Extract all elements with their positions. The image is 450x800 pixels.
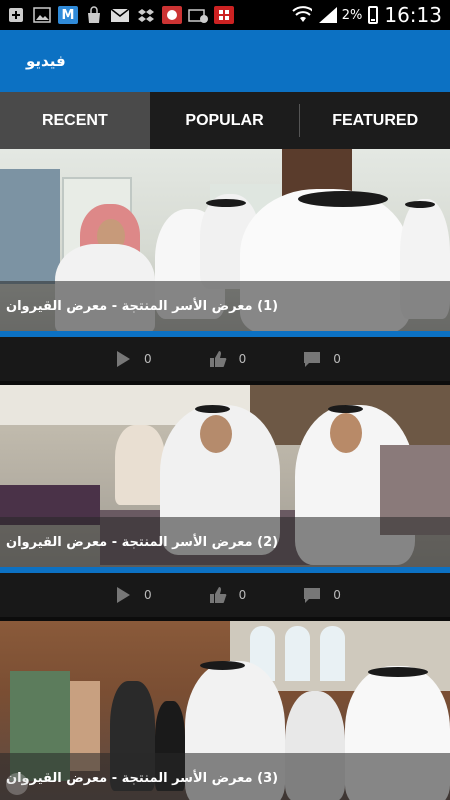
tab-label: FEATURED [332,111,419,129]
play-icon [117,351,130,367]
video-thumbnail[interactable]: (2) معرض الأسر المنتجة - معرض القيروان [0,385,450,567]
status-bar: M 2% 16:13 [0,0,450,30]
dropbox-icon [136,6,156,24]
like-count-value: 0 [238,588,247,602]
comment-count[interactable]: 0 [303,350,341,368]
wifi-icon [292,6,312,24]
signal-icon [318,6,337,24]
like-count-value: 0 [238,352,247,366]
like-count[interactable]: 0 [209,586,247,604]
add-box-icon [6,6,26,24]
battery-icon [368,6,379,24]
comment-count-value: 0 [333,352,341,366]
play-count[interactable]: 0 [114,586,152,604]
tab-label: POPULAR [185,111,264,129]
comment-count-value: 0 [333,588,341,602]
tab-bar: RECENT POPULAR FEATURED [0,92,450,149]
battery-percent: 2% [341,7,363,23]
video-caption: (2) معرض الأسر المنتجة - معرض القيروان [0,517,450,567]
video-thumbnail[interactable]: (1) معرض الأسر المنتجة - معرض القيروان [0,149,450,331]
video-thumbnail[interactable]: (3) معرض الأسر المنتجة - معرض القيروان [0,621,450,800]
mail-blocked-icon [188,6,208,24]
comment-count[interactable]: 0 [303,586,341,604]
app-bar: فيديو [0,30,450,92]
play-count[interactable]: 0 [114,350,152,368]
video-stats: 0 0 0 [0,573,450,617]
video-title: (1) معرض الأسر المنتجة - معرض القيروان [6,298,279,314]
app-icon [162,6,182,24]
gmail-icon [110,6,130,24]
equalizer-icon [6,773,28,795]
thumbs-up-icon [209,587,227,603]
video-title: (2) معرض الأسر المنتجة - معرض القيروان [6,534,279,550]
video-title: (3) معرض الأسر المنتجة - معرض القيروان [6,770,279,786]
comment-icon [304,352,321,367]
play-count-value: 0 [144,352,152,366]
comment-icon [304,588,321,603]
app-badge-icon [214,6,234,24]
clock: 16:13 [384,3,442,27]
image-icon [32,6,52,24]
tab-label: RECENT [41,111,108,129]
tab-featured[interactable]: FEATURED [300,92,450,149]
video-caption: (3) معرض الأسر المنتجة - معرض القيروان [0,753,450,800]
play-icon [117,587,130,603]
tab-popular[interactable]: POPULAR [150,92,300,149]
tab-recent[interactable]: RECENT [0,92,150,149]
like-count[interactable]: 0 [209,350,247,368]
bag-app-icon [84,6,104,24]
thumbs-up-icon [209,351,227,367]
video-list: (1) معرض الأسر المنتجة - معرض القيروان 0… [0,149,450,800]
m-app-icon: M [58,6,78,24]
video-stats: 0 0 0 [0,337,450,381]
video-caption: (1) معرض الأسر المنتجة - معرض القيروان [0,281,450,331]
page-title: فيديو [26,52,66,70]
play-count-value: 0 [144,588,152,602]
